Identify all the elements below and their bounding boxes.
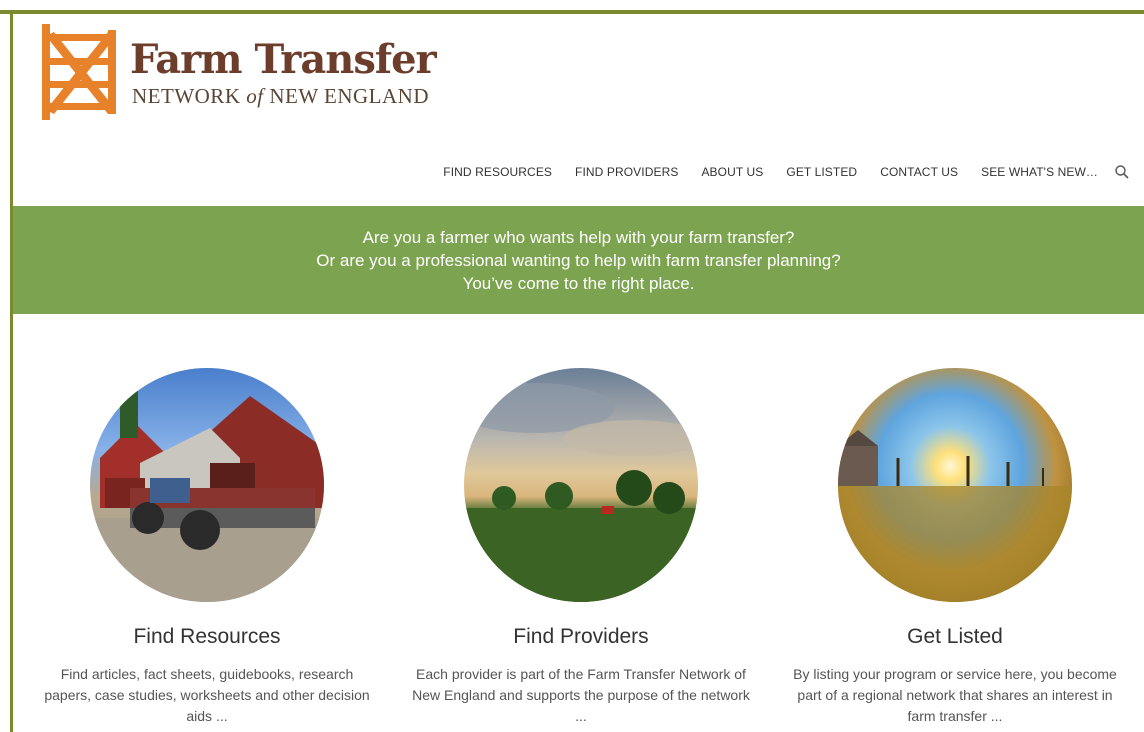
nav-get-listed[interactable]: GET LISTED <box>786 165 857 179</box>
sunrise-meadow-illustration <box>838 430 1072 602</box>
logo-subtitle-part: NETWORK <box>132 84 247 108</box>
site-logo[interactable]: Farm Transfer NETWORK of NEW ENGLAND <box>40 24 460 124</box>
banner-line: Are you a farmer who wants help with you… <box>362 228 795 247</box>
logo-subtitle-part: NEW ENGLAND <box>263 84 429 108</box>
card-description: Find articles, fact sheets, guidebooks, … <box>44 666 370 724</box>
main-nav: FIND RESOURCES FIND PROVIDERS ABOUT US G… <box>420 164 1130 180</box>
page-frame-top <box>0 10 1144 14</box>
nav-see-whats-new[interactable]: SEE WHAT'S NEW… <box>981 165 1098 179</box>
card-title[interactable]: Find Resources <box>17 624 397 650</box>
farm-gate-logo-icon <box>42 24 116 120</box>
logo-subtitle: NETWORK of NEW ENGLAND <box>132 84 429 109</box>
nav-about-us[interactable]: ABOUT US <box>701 165 763 179</box>
card-title[interactable]: Find Providers <box>391 624 771 650</box>
nav-find-providers[interactable]: FIND PROVIDERS <box>575 165 678 179</box>
feature-card-find-resources: Find Resources Find articles, fact sheet… <box>17 368 397 727</box>
banner-line: You’ve come to the right place. <box>462 274 695 293</box>
card-title[interactable]: Get Listed <box>765 624 1144 650</box>
search-icon[interactable] <box>1114 164 1130 180</box>
nav-find-resources[interactable]: FIND RESOURCES <box>443 165 552 179</box>
page-frame-left <box>10 10 13 732</box>
card-description: By listing your program or service here,… <box>793 666 1117 724</box>
field-sunset-image[interactable] <box>464 368 698 602</box>
feature-card-get-listed: Get Listed By listing your program or se… <box>765 368 1144 727</box>
barn-tractor-image[interactable] <box>90 368 324 602</box>
nav-contact-us[interactable]: CONTACT US <box>880 165 958 179</box>
card-description: Each provider is part of the Farm Transf… <box>412 666 750 724</box>
feature-card-find-providers: Find Providers Each provider is part of … <box>391 368 771 727</box>
field-sunset-illustration <box>464 383 698 602</box>
logo-title: Farm Transfer <box>130 36 437 83</box>
banner-line: Or are you a professional wanting to hel… <box>316 251 841 270</box>
barn-tractor-illustration <box>90 368 324 602</box>
hero-banner: Are you a farmer who wants help with you… <box>13 206 1144 314</box>
sunrise-meadow-image[interactable] <box>838 368 1072 602</box>
logo-subtitle-of: of <box>246 84 264 108</box>
